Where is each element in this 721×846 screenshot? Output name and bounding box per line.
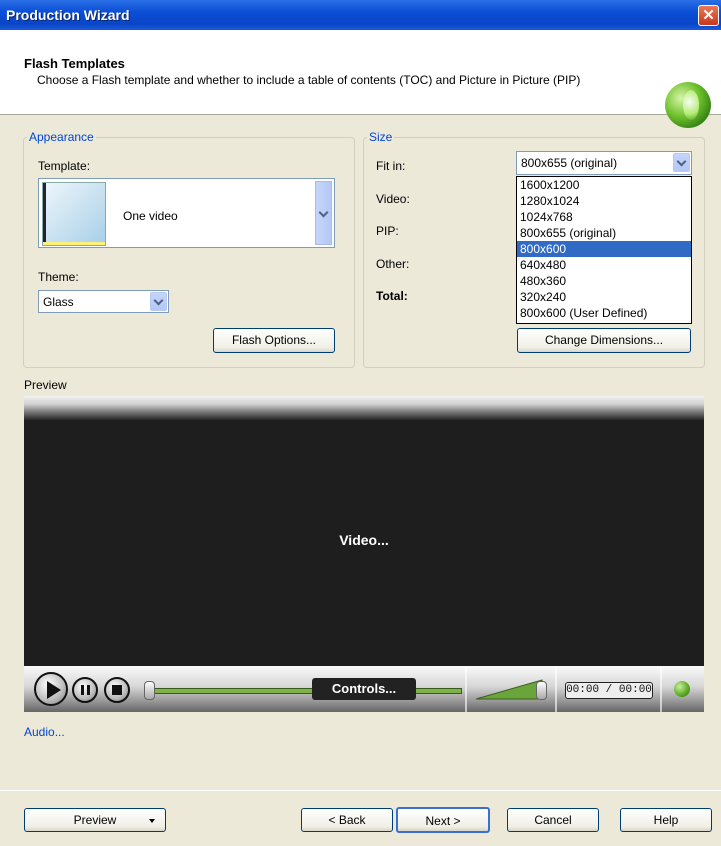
back-button[interactable]: < Back (301, 808, 393, 832)
help-button[interactable]: Help (620, 808, 712, 832)
template-label: Template: (38, 159, 91, 173)
change-dimensions-button[interactable]: Change Dimensions... (517, 328, 691, 353)
flash-options-button[interactable]: Flash Options... (213, 328, 335, 353)
play-button[interactable] (34, 672, 68, 706)
chevron-down-icon (318, 207, 329, 218)
other-label: Other: (376, 257, 410, 271)
template-value: One video (123, 209, 178, 223)
player-controls: Controls... 00:00 / 00:00 (24, 666, 704, 712)
footer-divider (0, 790, 721, 793)
template-select[interactable]: One video (38, 178, 335, 248)
chevron-down-icon (676, 156, 687, 167)
seek-handle[interactable] (144, 681, 155, 700)
fit-in-label: Fit in: (376, 159, 406, 173)
caret-down-icon (149, 819, 155, 823)
volume-handle[interactable] (536, 681, 547, 700)
cancel-button[interactable]: Cancel (507, 808, 599, 832)
template-thumbnail (42, 182, 106, 246)
volume-ramp (476, 679, 543, 700)
title-bar: Production Wizard ✕ (0, 0, 721, 30)
preview-button[interactable]: Preview (24, 808, 166, 832)
wizard-header: Flash Templates Choose a Flash template … (0, 30, 721, 128)
camtasia-logo-icon (665, 82, 711, 128)
divider (555, 666, 557, 712)
fit-in-dropdown-button[interactable] (673, 153, 690, 172)
pip-label: PIP: (376, 224, 399, 238)
video-area: Video... (24, 420, 704, 666)
dropdown-option[interactable]: 1600x1200 (517, 177, 691, 193)
pause-button[interactable] (72, 677, 98, 703)
next-button[interactable]: Next > (396, 807, 490, 833)
fit-in-dropdown-list: 1600x1200 1280x1024 1024x768 800x655 (or… (516, 176, 692, 324)
dropdown-option[interactable]: 800x655 (original) (517, 225, 691, 241)
fit-in-select[interactable]: 800x655 (original) (516, 151, 692, 175)
time-display: 00:00 / 00:00 (565, 682, 653, 699)
close-icon: ✕ (702, 7, 715, 24)
dropdown-option[interactable]: 640x480 (517, 257, 691, 273)
divider (465, 666, 467, 712)
dropdown-option[interactable]: 480x360 (517, 273, 691, 289)
dropdown-option[interactable]: 1280x1024 (517, 193, 691, 209)
preview-top-bar (24, 396, 704, 420)
video-placeholder-text: Video... (339, 532, 389, 548)
dropdown-option[interactable]: 320x240 (517, 289, 691, 305)
dropdown-option[interactable]: 1024x768 (517, 209, 691, 225)
template-dropdown-button[interactable] (315, 181, 332, 245)
brand-logo-icon (674, 681, 690, 697)
theme-select[interactable]: Glass (38, 290, 169, 313)
appearance-legend: Appearance (29, 130, 94, 144)
controls-label: Controls... (312, 678, 416, 700)
size-legend: Size (369, 130, 393, 144)
theme-dropdown-button[interactable] (150, 292, 167, 311)
audio-link[interactable]: Audio... (24, 725, 65, 739)
template-preview: Video... Controls... 00:00 / 00:00 (24, 396, 704, 712)
dropdown-option[interactable]: 800x600 (User Defined) (517, 305, 691, 321)
page-description: Choose a Flash template and whether to i… (37, 73, 581, 87)
play-icon (47, 681, 61, 699)
fit-in-value: 800x655 (original) (521, 156, 618, 170)
close-button[interactable]: ✕ (698, 5, 719, 26)
chevron-down-icon (153, 295, 164, 306)
stop-icon (112, 685, 122, 695)
page-title: Flash Templates (24, 56, 125, 71)
stop-button[interactable] (104, 677, 130, 703)
dropdown-option-selected[interactable]: 800x600 (517, 241, 691, 257)
theme-label: Theme: (38, 270, 79, 284)
total-label: Total: (376, 289, 408, 303)
theme-value: Glass (43, 295, 74, 309)
window-title: Production Wizard (6, 7, 130, 23)
divider (660, 666, 662, 712)
preview-label: Preview (24, 378, 67, 392)
video-label: Video: (376, 192, 410, 206)
preview-button-label: Preview (73, 813, 117, 827)
